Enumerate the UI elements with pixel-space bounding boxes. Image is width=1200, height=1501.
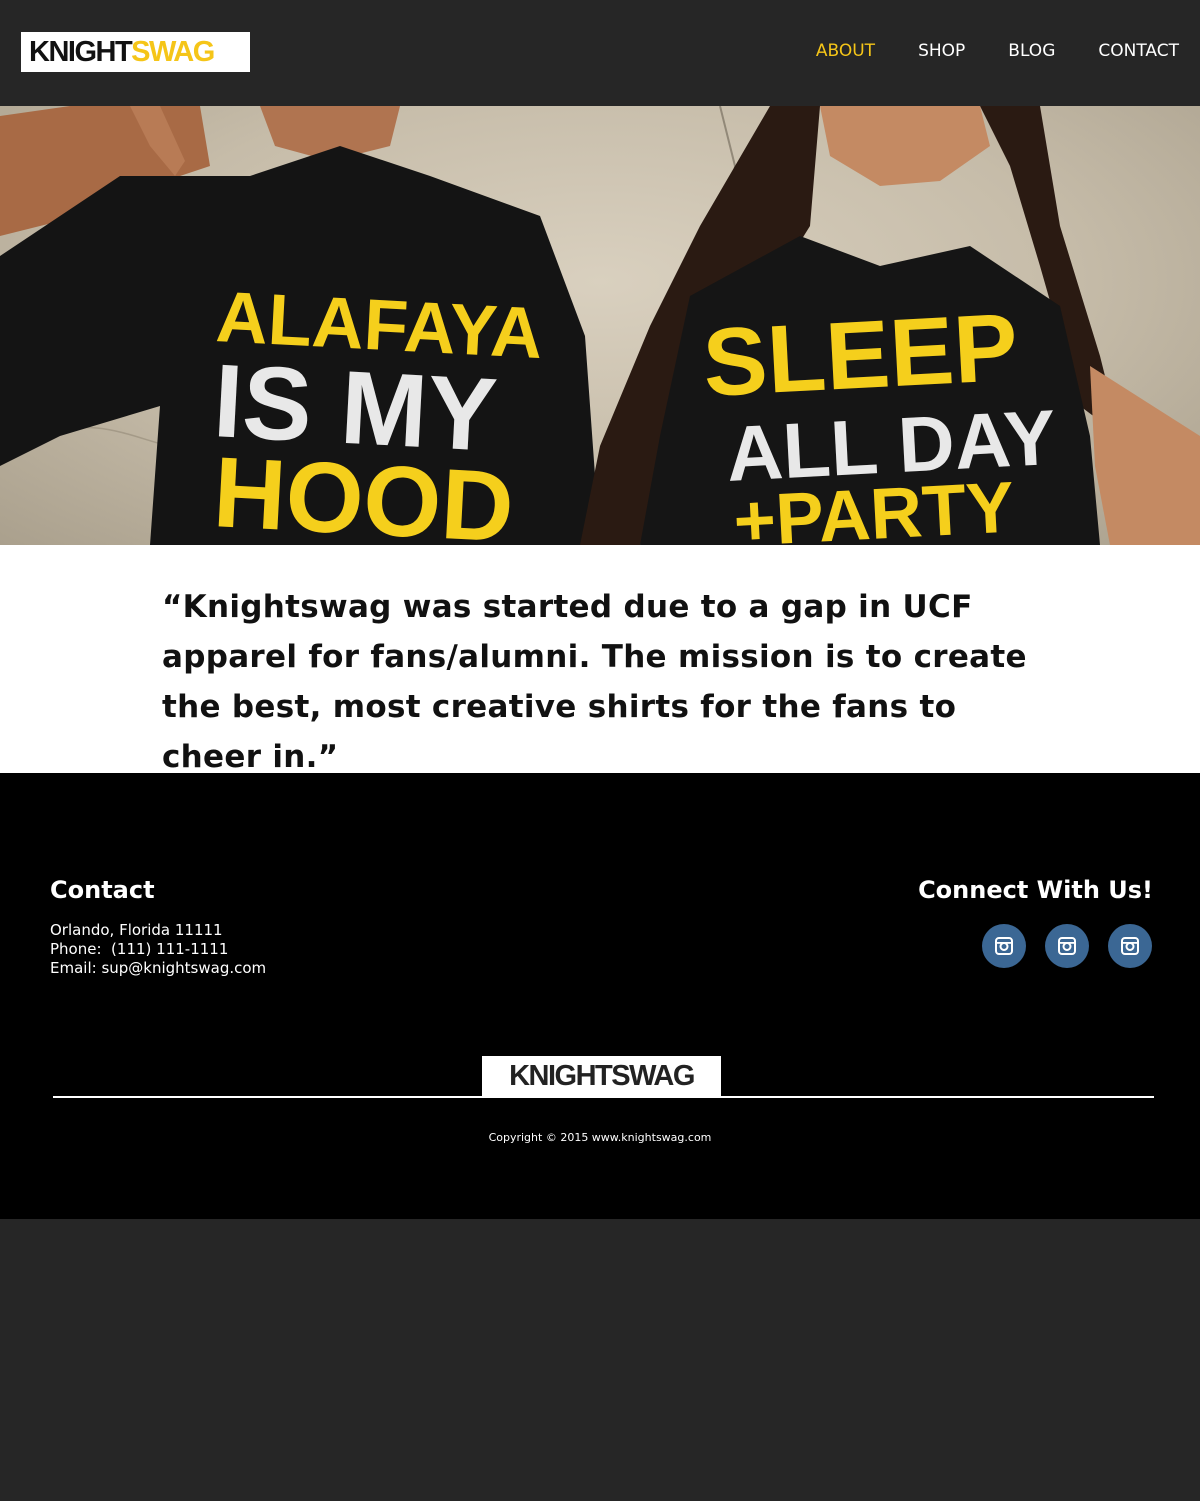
instagram-icon	[1058, 937, 1076, 955]
main-nav: ABOUT SHOP BLOG CONTACT	[773, 40, 1179, 62]
instagram-icon	[1121, 937, 1139, 955]
connect-title: Connect With Us!	[918, 876, 1153, 904]
copyright-text: Copyright © 2015 www.knightswag.com	[488, 1131, 712, 1144]
instagram-link-2[interactable]	[1045, 924, 1089, 968]
hero-photo-illustration: ALAFAYA IS MY HOOD SLEEP ALL DAY +PARTY	[0, 106, 1200, 545]
social-links	[963, 924, 1152, 968]
contact-email: Email: sup@knightswag.com	[50, 959, 267, 977]
logo-swag-text: SWAG	[131, 35, 215, 68]
hero-image: ALAFAYA IS MY HOOD SLEEP ALL DAY +PARTY	[0, 106, 1200, 545]
site-footer: Contact Orlando, Florida 11111 Phone: (1…	[0, 773, 1200, 1219]
contact-phone: Phone: (111) 111-1111	[50, 940, 229, 958]
mission-quote: “Knightswag was started due to a gap in …	[162, 589, 1027, 775]
instagram-link-3[interactable]	[1108, 924, 1152, 968]
footer-logo[interactable]: KNIGHTSWAG	[482, 1056, 721, 1097]
nav-blog[interactable]: BLOG	[1008, 40, 1055, 62]
nav-contact[interactable]: CONTACT	[1098, 40, 1179, 62]
instagram-icon	[995, 937, 1013, 955]
mission-section: “Knightswag was started due to a gap in …	[0, 545, 1200, 775]
site-header: KNIGHT SWAG ABOUT SHOP BLOG CONTACT	[0, 0, 1200, 106]
contact-title: Contact	[50, 876, 155, 904]
contact-info: Orlando, Florida 11111 Phone: (111) 111-…	[50, 921, 266, 978]
nav-shop[interactable]: SHOP	[918, 40, 965, 62]
footer-logo-text: KNIGHTSWAG	[509, 1060, 695, 1092]
instagram-link-1[interactable]	[982, 924, 1026, 968]
nav-about[interactable]: ABOUT	[816, 40, 875, 62]
logo-knight-text: KNIGHT	[29, 35, 133, 68]
shirt-left-line3: HOOD	[211, 436, 516, 545]
site-logo[interactable]: KNIGHT SWAG	[21, 32, 250, 72]
shirt-right-line3: +PARTY	[732, 467, 1017, 545]
contact-address: Orlando, Florida 11111	[50, 921, 223, 939]
